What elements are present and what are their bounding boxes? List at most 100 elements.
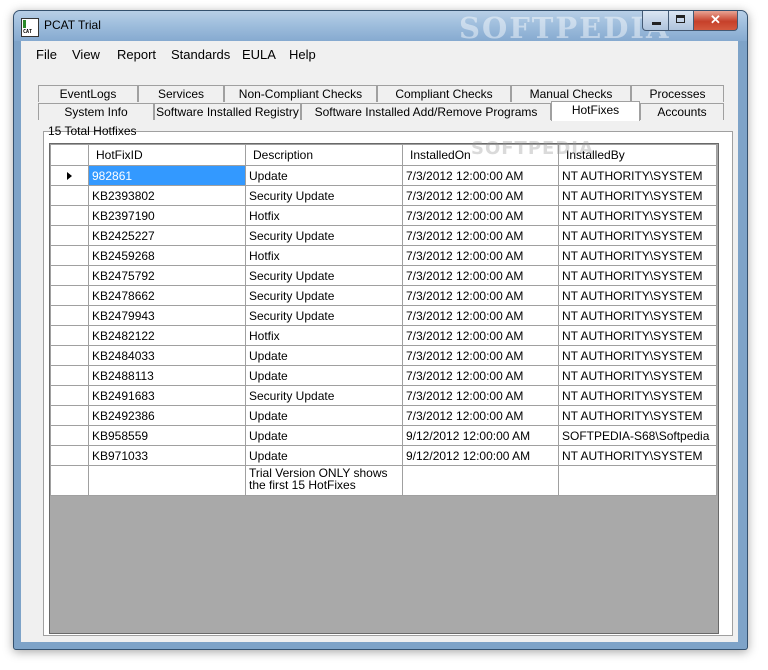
menu-help[interactable]: Help	[289, 47, 316, 62]
row-header[interactable]	[50, 425, 89, 446]
tab-processes[interactable]: Processes	[631, 85, 724, 102]
cell-description[interactable]: Update	[245, 425, 403, 446]
table-row[interactable]: KB2488113 Update 7/3/2012 12:00:00 AM NT…	[50, 365, 717, 386]
cell-hotfixid[interactable]: KB2425227	[88, 225, 246, 246]
table-row[interactable]: KB2425227 Security Update 7/3/2012 12:00…	[50, 225, 717, 246]
tab-accounts[interactable]: Accounts	[640, 103, 724, 120]
row-header[interactable]	[50, 265, 89, 286]
cell-description[interactable]: Update	[245, 165, 403, 186]
cell-trial-note[interactable]: Trial Version ONLY shows the first 15 Ho…	[245, 465, 403, 496]
row-header[interactable]	[50, 365, 89, 386]
table-row[interactable]: KB2459268 Hotfix 7/3/2012 12:00:00 AM NT…	[50, 245, 717, 266]
tab-software-installed-add-remove[interactable]: Software Installed Add/Remove Programs	[301, 103, 551, 120]
cell-installedby[interactable]: NT AUTHORITY\SYSTEM	[558, 285, 717, 306]
cell-hotfixid[interactable]: KB971033	[88, 445, 246, 466]
menu-file[interactable]: File	[36, 47, 57, 62]
table-row[interactable]: KB971033 Update 9/12/2012 12:00:00 AM NT…	[50, 445, 717, 466]
cell-installedon[interactable]: 7/3/2012 12:00:00 AM	[402, 305, 559, 326]
table-row[interactable]: KB958559 Update 9/12/2012 12:00:00 AM SO…	[50, 425, 717, 446]
cell-description[interactable]: Security Update	[245, 225, 403, 246]
menu-eula[interactable]: EULA	[242, 47, 276, 62]
column-header-hotfixid[interactable]: HotFixID	[88, 144, 246, 166]
title-bar[interactable]: CAT PCAT Trial SOFTPEDIA ✕	[14, 11, 747, 45]
hotfix-data-grid[interactable]: HotFixID Description InstalledOn Install…	[49, 143, 719, 634]
tab-software-installed-registry[interactable]: Software Installed Registry	[154, 103, 301, 120]
cell-description[interactable]: Security Update	[245, 265, 403, 286]
cell-description[interactable]: Hotfix	[245, 205, 403, 226]
close-button[interactable]: ✕	[693, 11, 738, 31]
cell-description[interactable]: Hotfix	[245, 245, 403, 266]
cell-installedby[interactable]	[558, 465, 717, 496]
cell-hotfixid[interactable]: KB2475792	[88, 265, 246, 286]
cell-installedon[interactable]: 7/3/2012 12:00:00 AM	[402, 285, 559, 306]
cell-hotfixid[interactable]: KB2459268	[88, 245, 246, 266]
cell-hotfixid[interactable]: KB2478662	[88, 285, 246, 306]
row-header[interactable]	[50, 165, 89, 186]
cell-description[interactable]: Update	[245, 365, 403, 386]
tab-eventlogs[interactable]: EventLogs	[38, 85, 138, 102]
row-header[interactable]	[50, 385, 89, 406]
menu-standards[interactable]: Standards	[171, 47, 230, 62]
row-header[interactable]	[50, 225, 89, 246]
cell-installedon[interactable]: 7/3/2012 12:00:00 AM	[402, 365, 559, 386]
cell-hotfixid[interactable]: 982861	[88, 165, 246, 186]
cell-installedby[interactable]: NT AUTHORITY\SYSTEM	[558, 205, 717, 226]
tab-services[interactable]: Services	[138, 85, 224, 102]
cell-hotfixid[interactable]: KB2484033	[88, 345, 246, 366]
minimize-button[interactable]	[642, 11, 670, 31]
table-row[interactable]: KB2478662 Security Update 7/3/2012 12:00…	[50, 285, 717, 306]
cell-installedby[interactable]: NT AUTHORITY\SYSTEM	[558, 445, 717, 466]
cell-description[interactable]: Update	[245, 445, 403, 466]
row-header[interactable]	[50, 185, 89, 206]
tab-system-info[interactable]: System Info	[38, 103, 154, 120]
row-header[interactable]	[50, 285, 89, 306]
cell-installedon[interactable]: 7/3/2012 12:00:00 AM	[402, 325, 559, 346]
cell-installedon[interactable]: 7/3/2012 12:00:00 AM	[402, 225, 559, 246]
table-row[interactable]: KB2479943 Security Update 7/3/2012 12:00…	[50, 305, 717, 326]
cell-hotfixid[interactable]: KB2488113	[88, 365, 246, 386]
tab-manual-checks[interactable]: Manual Checks	[511, 85, 631, 102]
cell-installedon[interactable]: 7/3/2012 12:00:00 AM	[402, 165, 559, 186]
cell-installedon[interactable]: 9/12/2012 12:00:00 AM	[402, 425, 559, 446]
table-row[interactable]: KB2475792 Security Update 7/3/2012 12:00…	[50, 265, 717, 286]
cell-installedon[interactable]: 9/12/2012 12:00:00 AM	[402, 445, 559, 466]
row-header[interactable]	[50, 465, 89, 496]
cell-installedby[interactable]: NT AUTHORITY\SYSTEM	[558, 405, 717, 426]
table-row[interactable]: KB2492386 Update 7/3/2012 12:00:00 AM NT…	[50, 405, 717, 426]
cell-installedby[interactable]: NT AUTHORITY\SYSTEM	[558, 265, 717, 286]
cell-installedon[interactable]: 7/3/2012 12:00:00 AM	[402, 265, 559, 286]
table-row[interactable]: KB2482122 Hotfix 7/3/2012 12:00:00 AM NT…	[50, 325, 717, 346]
cell-installedon[interactable]: 7/3/2012 12:00:00 AM	[402, 385, 559, 406]
cell-description[interactable]: Security Update	[245, 185, 403, 206]
cell-installedon[interactable]: 7/3/2012 12:00:00 AM	[402, 345, 559, 366]
column-header-description[interactable]: Description	[245, 144, 403, 166]
cell-description[interactable]: Hotfix	[245, 325, 403, 346]
menu-view[interactable]: View	[72, 47, 100, 62]
cell-description[interactable]: Security Update	[245, 385, 403, 406]
cell-installedon[interactable]: 7/3/2012 12:00:00 AM	[402, 205, 559, 226]
table-row[interactable]: KB2393802 Security Update 7/3/2012 12:00…	[50, 185, 717, 206]
cell-hotfixid[interactable]: KB2397190	[88, 205, 246, 226]
cell-installedby[interactable]: NT AUTHORITY\SYSTEM	[558, 225, 717, 246]
tab-compliant-checks[interactable]: Compliant Checks	[377, 85, 511, 102]
table-row-trial-note[interactable]: Trial Version ONLY shows the first 15 Ho…	[50, 465, 717, 496]
cell-description[interactable]: Security Update	[245, 305, 403, 326]
tab-hotfixes[interactable]: HotFixes	[551, 101, 640, 121]
cell-installedby[interactable]: NT AUTHORITY\SYSTEM	[558, 325, 717, 346]
cell-installedby[interactable]: NT AUTHORITY\SYSTEM	[558, 165, 717, 186]
row-header[interactable]	[50, 405, 89, 426]
cell-hotfixid[interactable]: KB2479943	[88, 305, 246, 326]
cell-installedby[interactable]: NT AUTHORITY\SYSTEM	[558, 365, 717, 386]
cell-description[interactable]: Update	[245, 405, 403, 426]
cell-hotfixid[interactable]	[88, 465, 246, 496]
cell-hotfixid[interactable]: KB2491683	[88, 385, 246, 406]
row-header[interactable]	[50, 345, 89, 366]
cell-installedby[interactable]: NT AUTHORITY\SYSTEM	[558, 385, 717, 406]
table-row[interactable]: KB2397190 Hotfix 7/3/2012 12:00:00 AM NT…	[50, 205, 717, 226]
row-header[interactable]	[50, 205, 89, 226]
cell-description[interactable]: Security Update	[245, 285, 403, 306]
cell-hotfixid[interactable]: KB2482122	[88, 325, 246, 346]
cell-installedby[interactable]: NT AUTHORITY\SYSTEM	[558, 245, 717, 266]
cell-installedby[interactable]: SOFTPEDIA-S68\Softpedia	[558, 425, 717, 446]
cell-hotfixid[interactable]: KB2492386	[88, 405, 246, 426]
